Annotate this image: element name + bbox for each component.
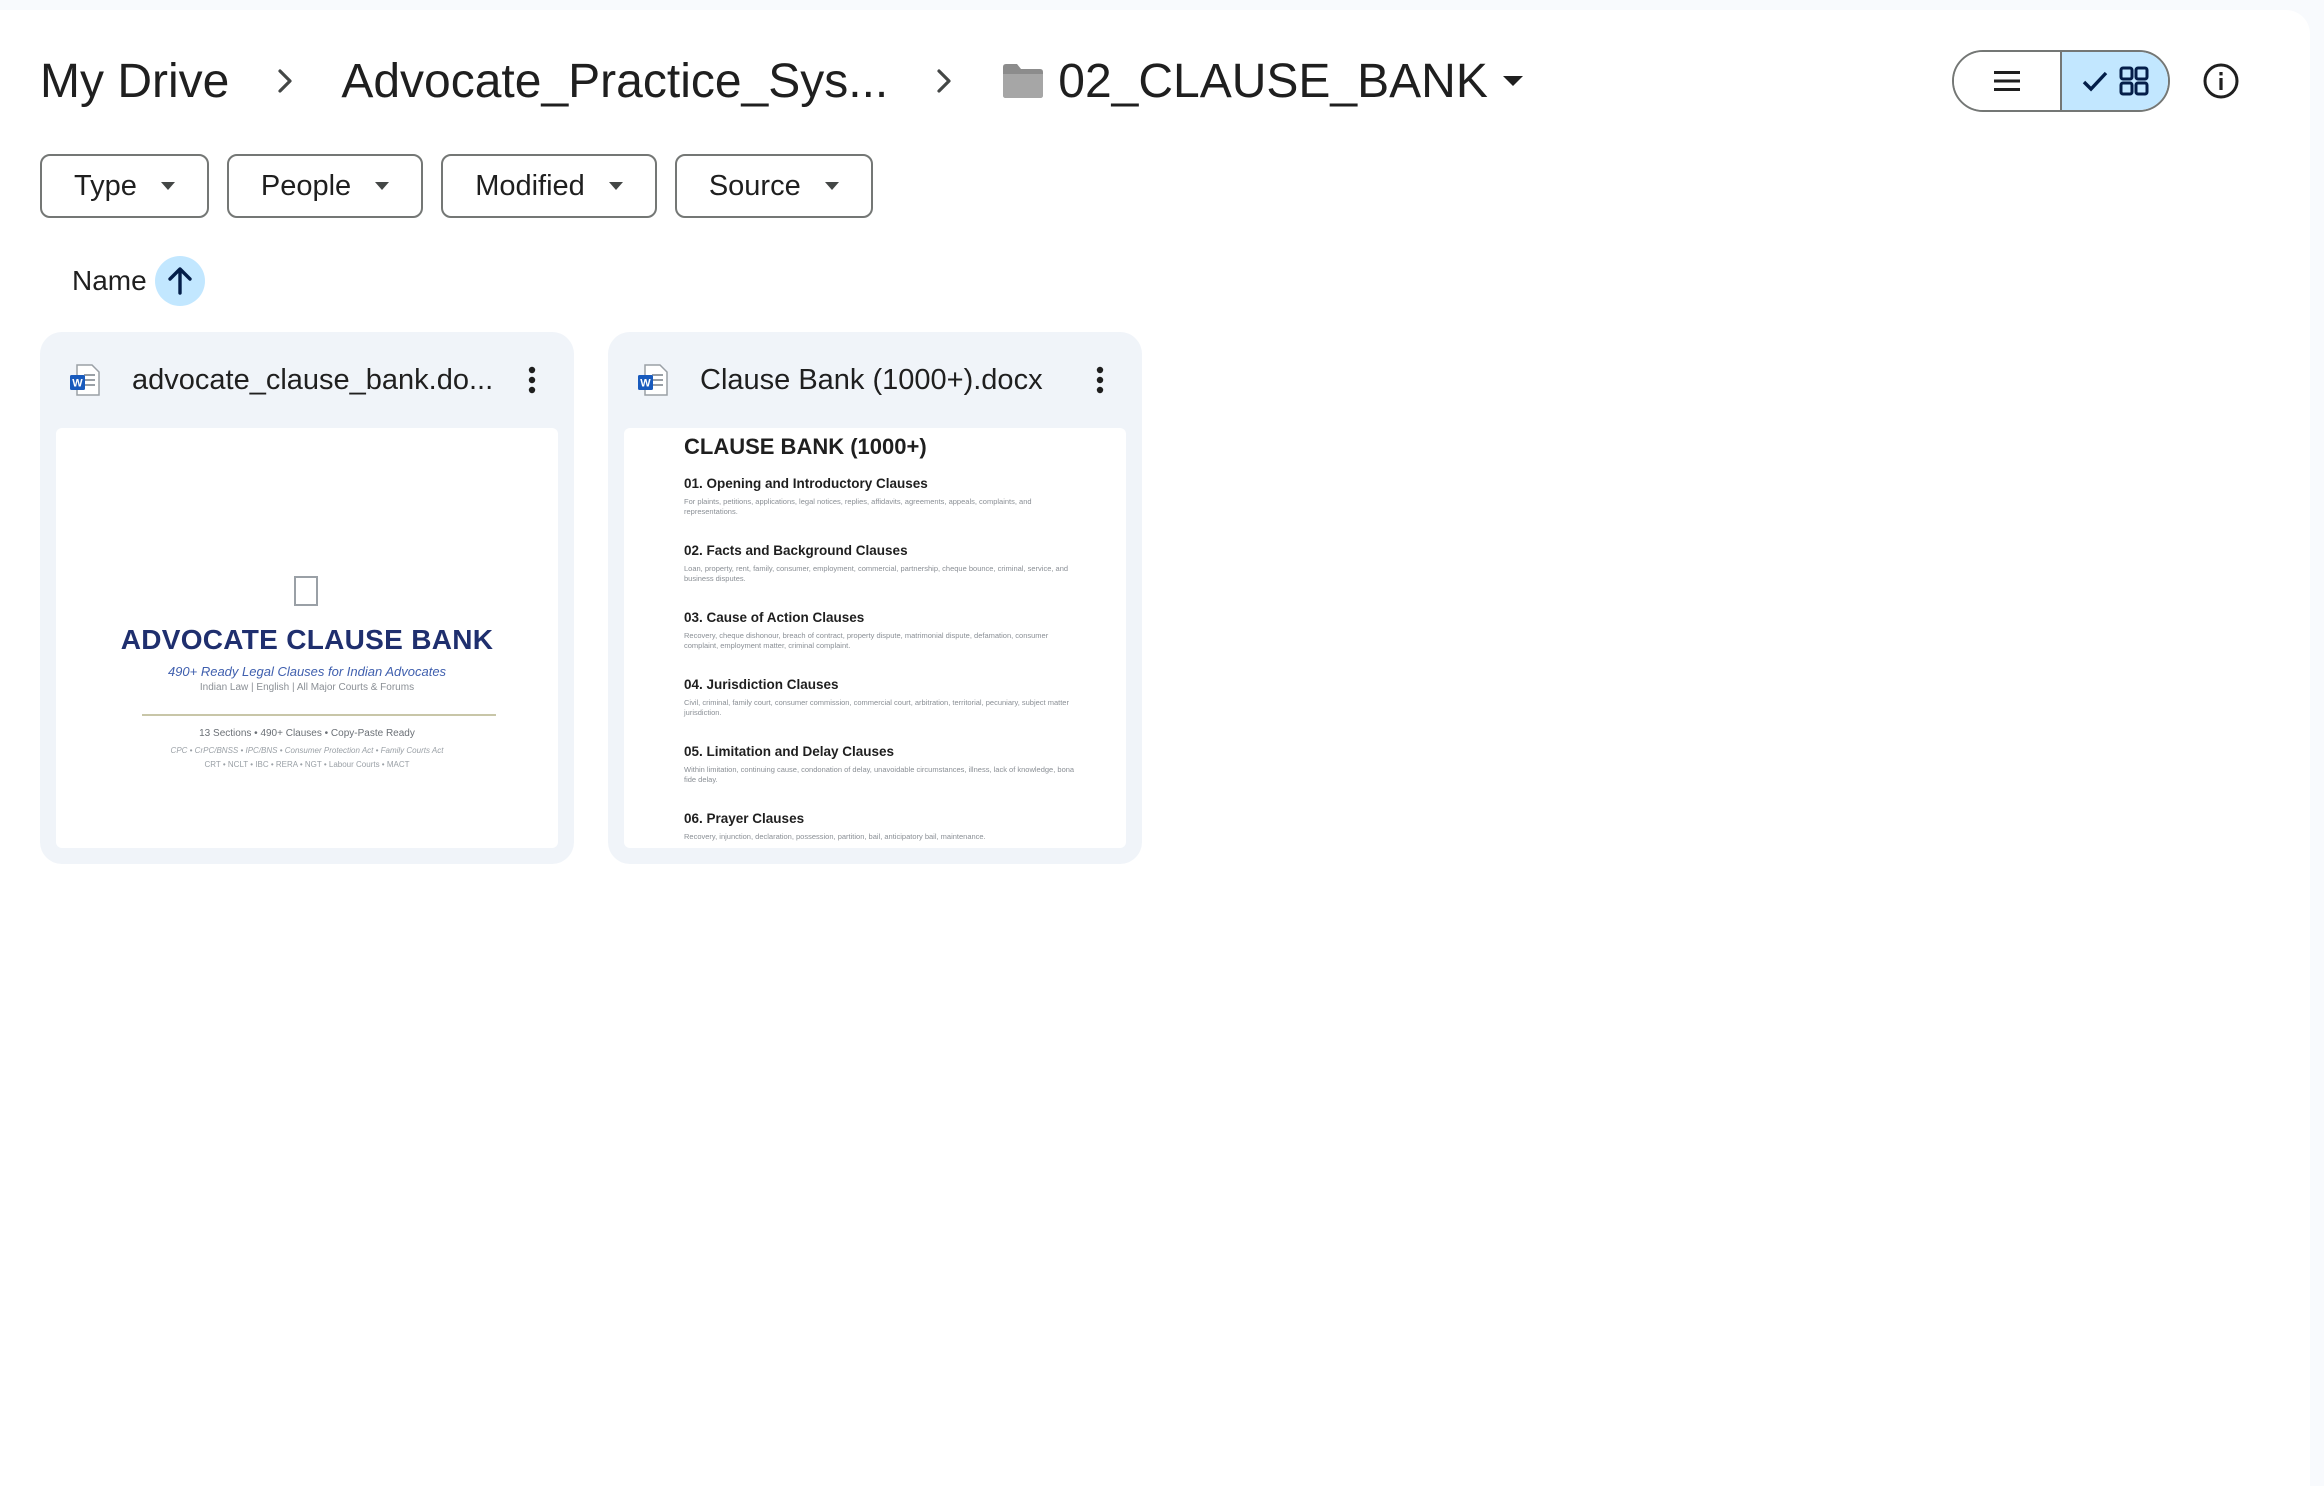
file-thumbnail[interactable]: ADVOCATE CLAUSE BANK 490+ Ready Legal Cl… bbox=[56, 428, 558, 848]
list-icon bbox=[1994, 71, 2020, 91]
file-card[interactable]: W advocate_clause_bank.do... ADVOCATE CL… bbox=[40, 332, 574, 864]
list-view-button[interactable] bbox=[1954, 52, 2062, 110]
check-icon bbox=[2082, 71, 2108, 92]
word-doc-icon: W bbox=[638, 364, 668, 396]
preview-title: CLAUSE BANK (1000+) bbox=[684, 434, 927, 459]
section-heading: 03. Cause of Action Clauses bbox=[684, 610, 865, 625]
image-placeholder-icon bbox=[294, 576, 318, 606]
more-vert-icon bbox=[528, 366, 536, 394]
chevron-right-icon bbox=[888, 67, 1000, 95]
section-heading: 06. Prayer Clauses bbox=[684, 811, 805, 826]
preview-acts-2: CRT • NCLT • IBC • RERA • NGT • Labour C… bbox=[204, 760, 410, 769]
section-body: Civil, criminal, family court, consumer … bbox=[684, 698, 1069, 717]
preview-divider bbox=[142, 714, 496, 716]
chevron-right-icon bbox=[229, 67, 341, 95]
section-heading: 04. Jurisdiction Clauses bbox=[684, 677, 839, 692]
sort-control[interactable]: Name bbox=[72, 256, 205, 306]
section-heading: 05. Limitation and Delay Clauses bbox=[684, 744, 895, 759]
breadcrumb: My Drive Advocate_Practice_Sys... 02_CLA… bbox=[40, 46, 1526, 116]
caret-down-icon bbox=[1500, 73, 1526, 89]
preview-meta: Indian Law | English | All Major Courts … bbox=[199, 682, 415, 693]
file-name: Clause Bank (1000+).docx bbox=[700, 363, 1043, 396]
filter-source-chip[interactable]: Source bbox=[674, 154, 873, 218]
preview-subtitle: 490+ Ready Legal Clauses for Indian Advo… bbox=[167, 664, 447, 679]
current-folder-name: 02_CLAUSE_BANK bbox=[1058, 54, 1488, 108]
breadcrumb-parent-folder[interactable]: Advocate_Practice_Sys... bbox=[341, 54, 888, 109]
filter-bar: Type People Modified Source bbox=[40, 154, 873, 218]
section-body: Within limitation, continuing cause, con… bbox=[684, 765, 1075, 784]
grid-icon bbox=[2119, 66, 2149, 96]
filter-label: Type bbox=[74, 169, 137, 202]
more-vert-icon bbox=[1096, 366, 1104, 394]
file-grid: W advocate_clause_bank.do... ADVOCATE CL… bbox=[40, 332, 1142, 864]
file-thumbnail[interactable]: CLAUSE BANK (1000+) 01. Opening and Intr… bbox=[624, 428, 1126, 848]
more-actions-button[interactable] bbox=[1080, 356, 1120, 404]
preview-section: 02. Facts and Background Clauses Loan, p… bbox=[684, 543, 1084, 584]
section-body: Loan, property, rent, family, consumer, … bbox=[684, 564, 1069, 583]
preview-section: 03. Cause of Action Clauses Recovery, ch… bbox=[684, 610, 1084, 651]
preview-section: 04. Jurisdiction Clauses Civil, criminal… bbox=[684, 677, 1084, 718]
preview-section: 01. Opening and Introductory Clauses For… bbox=[684, 476, 1084, 517]
arrow-up-icon bbox=[168, 267, 192, 295]
filter-label: People bbox=[260, 169, 352, 202]
filter-label: Modified bbox=[475, 169, 585, 202]
sort-direction-button[interactable] bbox=[154, 256, 205, 306]
preview-section: 06. Prayer Clauses Recovery, injunction,… bbox=[684, 811, 1084, 842]
filter-modified-chip[interactable]: Modified bbox=[441, 154, 657, 218]
section-body: Recovery, injunction, declaration, posse… bbox=[684, 832, 986, 841]
section-heading: 01. Opening and Introductory Clauses bbox=[684, 476, 928, 491]
svg-text:W: W bbox=[640, 378, 651, 390]
file-name: advocate_clause_bank.do... bbox=[132, 363, 494, 396]
caret-down-icon bbox=[159, 181, 177, 191]
view-toggle bbox=[1952, 50, 2170, 112]
preview-stats: 13 Sections • 490+ Clauses • Copy-Paste … bbox=[199, 728, 415, 739]
word-doc-icon: W bbox=[70, 364, 100, 396]
sort-label: Name bbox=[72, 265, 147, 296]
caret-down-icon bbox=[823, 181, 841, 191]
details-button[interactable] bbox=[2196, 56, 2246, 106]
filter-people-chip[interactable]: People bbox=[226, 154, 424, 218]
caret-down-icon bbox=[607, 181, 625, 191]
file-card[interactable]: W Clause Bank (1000+).docx CLAUSE BANK (… bbox=[608, 332, 1142, 864]
more-actions-button[interactable] bbox=[512, 356, 552, 404]
section-body: Recovery, cheque dishonour, breach of co… bbox=[684, 631, 1049, 650]
breadcrumb-my-drive[interactable]: My Drive bbox=[40, 54, 229, 109]
breadcrumb-current-folder[interactable]: 02_CLAUSE_BANK bbox=[1000, 54, 1526, 109]
filter-label: Source bbox=[708, 169, 801, 202]
preview-acts: CPC • CrPC/BNSS • IPC/BNS • Consumer Pro… bbox=[170, 746, 444, 755]
file-card-header: W Clause Bank (1000+).docx bbox=[608, 332, 1142, 428]
grid-view-button[interactable] bbox=[2062, 52, 2168, 110]
preview-section: 05. Limitation and Delay Clauses Within … bbox=[684, 744, 1084, 785]
filter-type-chip[interactable]: Type bbox=[40, 154, 209, 218]
caret-down-icon bbox=[373, 181, 391, 191]
preview-title: ADVOCATE CLAUSE BANK bbox=[120, 624, 494, 655]
svg-text:W: W bbox=[72, 378, 83, 390]
section-heading: 02. Facts and Background Clauses bbox=[684, 543, 908, 558]
file-card-header: W advocate_clause_bank.do... bbox=[40, 332, 574, 428]
folder-icon bbox=[1000, 61, 1046, 101]
info-icon bbox=[2203, 63, 2239, 99]
section-body: For plaints, petitions, applications, le… bbox=[684, 497, 1032, 516]
